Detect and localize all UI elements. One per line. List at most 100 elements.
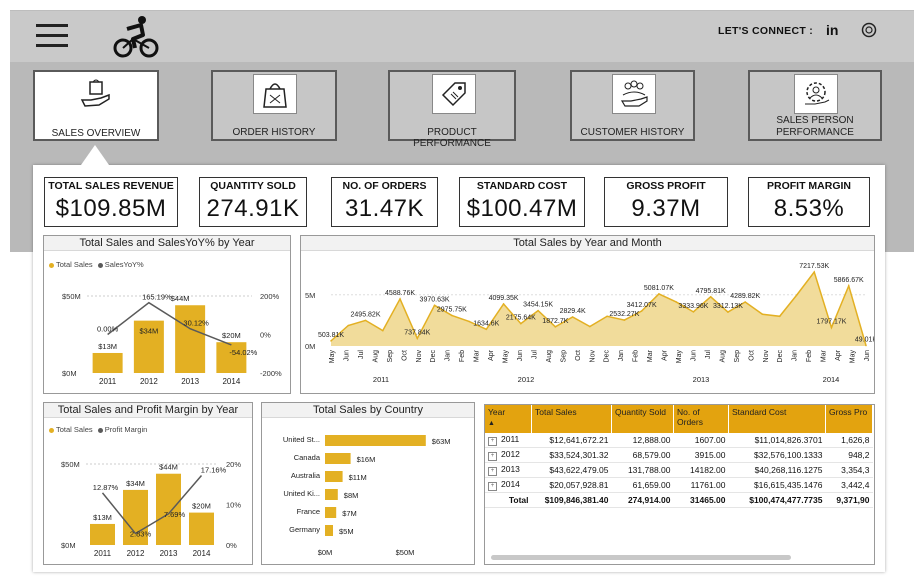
year-label: 2014: [823, 375, 840, 384]
expand-icon[interactable]: +: [488, 437, 497, 446]
table-cell: $16,615,435.1476: [728, 477, 826, 493]
column-header[interactable]: No. of Orders: [673, 405, 729, 433]
data-point: [589, 325, 591, 328]
column-header[interactable]: Quantity Sold: [611, 405, 674, 433]
nav-sales-person-performance[interactable]: SALES PERSON PERFORMANCE: [748, 70, 882, 141]
chart-sales-by-country[interactable]: Total Sales by Country United St... $63M C…: [261, 402, 475, 565]
table-cell: 1607.00: [673, 433, 729, 448]
x-tick-label: May: [503, 350, 510, 364]
line-data-label: 30.12%: [183, 319, 209, 328]
nav-label: SALES OVERVIEW: [51, 128, 141, 139]
column-header[interactable]: Year ▲: [485, 405, 532, 433]
x-tick-label: Oct: [401, 350, 408, 361]
chart-sales-profit-margin[interactable]: Total Sales and Profit Margin by Year To…: [43, 402, 253, 565]
data-label: 3412.07K: [627, 302, 657, 309]
data-point: [709, 296, 712, 298]
bar-data-label: $34M: [126, 479, 145, 488]
kpi-title: TOTAL SALES REVENUE: [48, 180, 174, 192]
table-cell: 12,888.00: [611, 433, 674, 448]
data-label: 5081.07K: [644, 285, 674, 292]
bar: [325, 489, 338, 500]
y-tick-label: United St...: [283, 435, 320, 444]
bar-data-label: $34M: [139, 327, 158, 336]
y-tick-label: $0M: [62, 369, 77, 378]
x-tick-label: Nov: [589, 350, 596, 363]
bar-data-label: $13M: [93, 513, 112, 522]
data-point: [761, 313, 764, 316]
bar-data-label: $44M: [171, 294, 190, 303]
kpi-title: GROSS PROFIT: [626, 180, 706, 192]
x-tick-label: 2014: [193, 549, 211, 558]
table-cell: $32,576,100.1333: [728, 447, 826, 463]
connect-label: LET'S CONNECT :: [718, 25, 814, 37]
nav-sales-overview[interactable]: SALES OVERVIEW: [33, 70, 159, 141]
kpi-title: PROFIT MARGIN: [767, 180, 851, 192]
nav-product-performance[interactable]: PRODUCT PERFORMANCE: [388, 70, 516, 149]
github-icon[interactable]: [861, 22, 877, 38]
column-header[interactable]: Gross Pro: [825, 405, 873, 433]
x-tick-label: Oct: [575, 350, 582, 361]
x-tick-label: Nov: [416, 350, 423, 363]
kpi-title: STANDARD COST: [476, 180, 568, 192]
data-point: [727, 311, 729, 313]
column-header[interactable]: Total Sales: [531, 405, 612, 433]
total-cell: 31465.00: [673, 492, 729, 508]
kpi-title: QUANTITY SOLD: [210, 180, 296, 192]
total-cell: $109,846,381.40: [531, 492, 612, 508]
expand-icon[interactable]: +: [488, 452, 497, 461]
y2-tick-label: 0%: [260, 331, 271, 340]
horizontal-scrollbar[interactable]: [491, 555, 791, 560]
chart-plot: 5M 0M503.81K 2495.82K 4588.76K 737.84K 3970.6…: [305, 263, 874, 384]
hamburger-icon[interactable]: [36, 24, 68, 54]
data-label: 737.84K: [404, 329, 430, 336]
data-point: [778, 315, 781, 318]
kpi-value: 31.47K: [344, 195, 425, 222]
data-point: [451, 314, 453, 317]
x-tick-label: Apr: [488, 349, 495, 361]
data-label: 503.81K: [318, 332, 344, 339]
table-row[interactable]: +2012 $33,524,301.32 68,579.00 3915.00 $32,5…: [485, 447, 873, 463]
data-point: [847, 285, 850, 287]
person-gear-icon: [794, 74, 838, 114]
x-tick-label: 2011: [94, 549, 112, 558]
x-tick-label: Dec: [777, 350, 784, 363]
bar-data-label: $44M: [159, 463, 178, 472]
x-tick-label: May: [329, 350, 336, 364]
table-row[interactable]: +2011 $12,641,672.21 12,888.00 1607.00 $11,0…: [485, 433, 873, 448]
chart-sales-by-month[interactable]: Total Sales by Year and Month 5M 0M 503.81…: [300, 235, 875, 394]
y-tick-label: $0M: [61, 541, 76, 550]
year-label: 2012: [518, 375, 535, 384]
table-row[interactable]: +2013 $43,622,479.05 131,788.00 14182.00 $40…: [485, 462, 873, 478]
bar: [325, 453, 351, 464]
chart-plot: $50M $0M 20% 10% 0% 2011 $13M 2012 $34M 2013 $44M 2…: [61, 460, 241, 558]
sales-summary-table[interactable]: Year ▲ Total Sales Quantity Sold No. of O…: [484, 404, 875, 565]
x-tick-label: Sep: [560, 350, 567, 363]
table-cell: 68,579.00: [611, 447, 674, 463]
table-cell: $12,641,672.21: [531, 433, 612, 448]
data-point: [606, 315, 608, 318]
linkedin-icon[interactable]: in: [826, 22, 844, 38]
x-tick-label: Jun: [517, 350, 524, 361]
bar-data-label: $5M: [339, 527, 354, 536]
data-label: 4099.35K: [489, 295, 519, 302]
y-tick-label: $50M: [61, 460, 80, 469]
bar-data-label: $13M: [98, 342, 117, 351]
nav-customer-history[interactable]: CUSTOMER HISTORY: [570, 70, 695, 141]
expand-icon[interactable]: +: [488, 467, 497, 476]
data-point: [865, 344, 867, 347]
x-tick-label: Dec: [604, 350, 611, 363]
x-tick-label: Jul: [531, 350, 538, 359]
total-row: Total $109,846,381.40 274,914.00 31465.00 $1…: [485, 492, 873, 508]
column-header[interactable]: Standard Cost: [728, 405, 826, 433]
data-label: 3970.63K: [420, 296, 450, 303]
expand-icon[interactable]: +: [488, 482, 497, 491]
data-point: [830, 326, 833, 329]
x-tick-label: Apr: [835, 349, 842, 361]
x-tick-label: $0M: [318, 548, 333, 557]
bar-data-label: $20M: [192, 502, 211, 511]
x-tick-label: Mar: [647, 349, 654, 362]
nav-label: PRODUCT PERFORMANCE: [413, 127, 491, 149]
chart-sales-yoy[interactable]: Total Sales and SalesYoY% by Year Total …: [43, 235, 291, 394]
nav-order-history[interactable]: ORDER HISTORY: [211, 70, 337, 141]
table-row[interactable]: +2014 $20,057,928.81 61,659.00 11761.00 $16,…: [485, 477, 873, 493]
